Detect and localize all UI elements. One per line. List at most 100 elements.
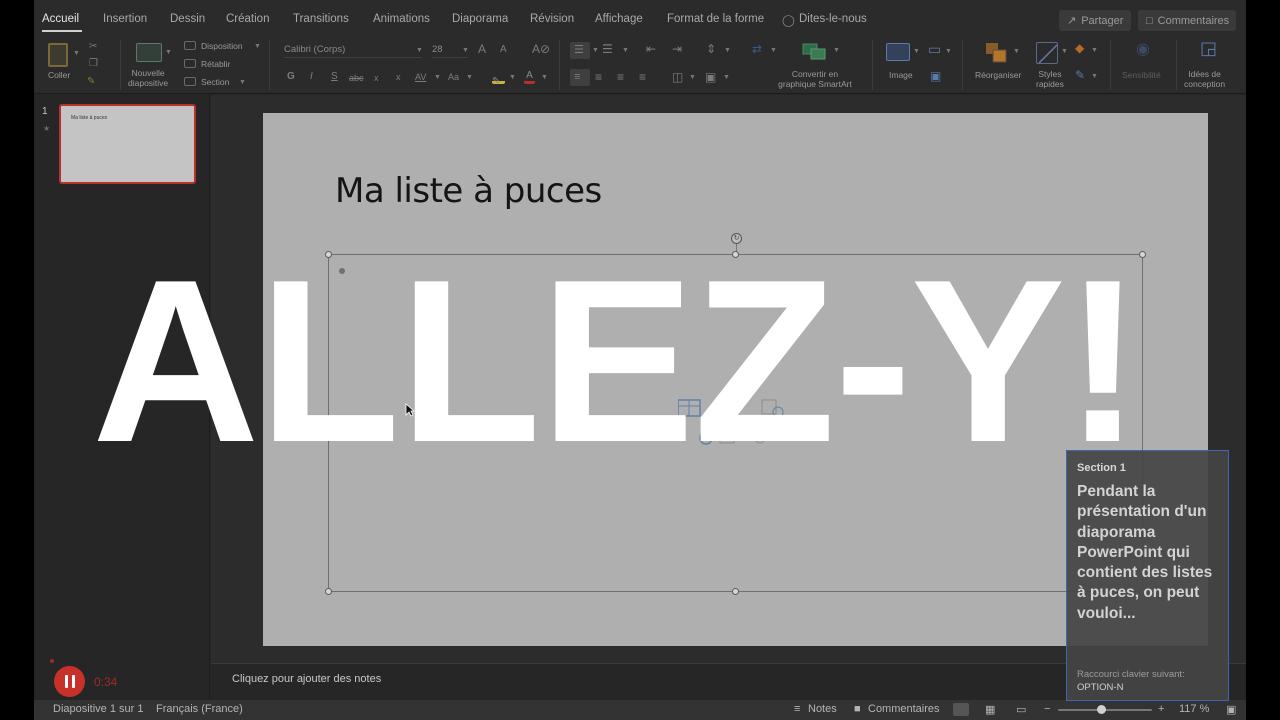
reset-icon [184,59,196,68]
change-case-button[interactable]: Aa [448,71,459,83]
section-tooltip-card[interactable]: Section 1 Pendant la présentation d'un d… [1066,450,1229,701]
zoom-level[interactable]: 117 % [1179,703,1209,715]
justify-icon[interactable]: ≡ [639,71,646,83]
zoom-slider-thumb[interactable] [1097,705,1106,714]
share-button[interactable]: ↗ Partager [1059,10,1131,31]
decrease-indent-icon[interactable]: ⇤ [646,43,656,55]
chevron-down-icon: ▼ [592,47,599,54]
underline-button[interactable]: S [331,71,338,83]
tab-revision[interactable]: Révision [530,13,574,25]
layout-icon [184,41,196,50]
share-icon: ↗ [1067,15,1077,27]
reset-button[interactable]: Rétablir [201,59,230,69]
character-spacing-button[interactable]: AV [415,71,426,83]
notes-button[interactable]: Notes [808,703,837,715]
chevron-down-icon: ▼ [724,47,731,54]
reading-view-icon[interactable]: ▭ [1016,703,1026,716]
tab-diaporama[interactable]: Diaporama [452,13,508,25]
tab-format-de-la-forme[interactable]: Format de la forme [667,13,764,25]
chevron-down-icon: ▼ [913,48,920,55]
zoom-out-icon[interactable]: − [1044,703,1050,715]
numbered-list-icon[interactable]: ☰ [602,43,613,55]
chevron-down-icon: ▼ [622,47,629,54]
chevron-down-icon: ▼ [434,74,441,81]
arrange-label: Réorganiser [975,70,1022,80]
shape-fill-icon[interactable]: ◆ [1075,42,1084,54]
italic-button[interactable]: I [310,71,313,83]
language-indicator[interactable]: Français (France) [156,703,243,715]
share-label: Partager [1081,14,1124,27]
zoom-in-icon[interactable]: + [1158,703,1164,715]
tab-animations[interactable]: Animations [373,13,430,25]
column-icon[interactable]: ◫ [672,71,683,83]
cut-icon[interactable]: ✂ [89,41,97,53]
chevron-down-icon: ▼ [165,49,172,56]
chevron-down-icon: ▼ [466,74,473,81]
highlight-icon[interactable]: ✎ [492,71,505,87]
align-right-icon[interactable]: ≡ [617,71,624,83]
bullets-button[interactable]: ☰ [570,42,590,59]
tab-transitions[interactable]: Transitions [293,13,349,25]
section-button[interactable]: Section [201,77,229,87]
text-direction-icon[interactable]: ⇄ [752,43,762,55]
align-text-icon[interactable]: ▣ [705,71,716,83]
align-center-icon[interactable]: ≡ [595,71,602,83]
arrange-icon[interactable] [985,42,1009,64]
layout-button[interactable]: Disposition [201,41,243,51]
pause-recording-button[interactable] [54,666,85,697]
tab-dessin[interactable]: Dessin [170,13,205,25]
strikethrough-button[interactable]: abc [349,72,364,84]
slide-thumbnail[interactable]: Ma liste à puces [59,104,196,184]
star-icon: ★ [43,124,51,133]
new-slide-icon[interactable] [136,43,162,62]
font-color-icon[interactable]: A [524,70,535,84]
align-left-button[interactable]: ≡ [570,69,590,86]
resize-handle[interactable] [325,588,332,595]
chevron-down-icon: ▼ [833,47,840,54]
chevron-down-icon: ▼ [770,47,777,54]
resize-handle[interactable] [732,588,739,595]
status-bar: Diapositive 1 sur 1 Français (France) ≡ … [34,700,1246,720]
quick-styles-icon[interactable] [1036,42,1058,64]
shape-outline-icon[interactable]: ✎ [1075,69,1085,81]
comments-button[interactable]: □ Commentaires [1138,10,1236,31]
tab-accueil[interactable]: Accueil [42,13,79,25]
comment-icon: □ [1146,14,1153,27]
smartart-label: Convertir en graphique SmartArt [778,69,852,89]
design-ideas-icon[interactable]: ◲ [1200,39,1217,57]
recording-indicator-dot [50,659,54,663]
chevron-down-icon: ▼ [945,48,952,55]
copy-icon[interactable]: ❐ [89,58,98,70]
sensitivity-icon[interactable]: ◉ [1136,42,1150,58]
font-name-dropdown[interactable]: Calibri (Corps) [284,42,422,58]
ribbon-separator [559,40,560,90]
tab-dites-le-nous[interactable]: Dites-le-nous [799,13,867,25]
shrink-font-icon[interactable]: A [500,44,507,56]
subscript-button[interactable]: x [374,72,379,84]
superscript-button[interactable]: x [396,71,401,83]
text-box-icon[interactable]: ▣ [930,70,941,82]
slide-title[interactable]: Ma liste à puces [335,171,602,211]
shapes-icon[interactable]: ▭ [928,42,941,56]
smartart-icon[interactable] [802,42,826,60]
chevron-down-icon: ▼ [73,50,80,57]
tab-affichage[interactable]: Affichage [595,13,643,25]
chevron-down-icon: ▼ [254,43,261,50]
comments-toggle-button[interactable]: Commentaires [868,703,940,715]
tab-creation[interactable]: Création [226,13,269,25]
format-painter-icon[interactable]: ✎ [87,76,95,88]
clear-format-icon[interactable]: A⊘ [532,43,550,55]
slide-counter: Diapositive 1 sur 1 [53,703,144,715]
paste-icon[interactable] [48,43,68,67]
tab-insertion[interactable]: Insertion [103,13,147,25]
increase-indent-icon[interactable]: ⇥ [672,43,682,55]
fit-to-window-icon[interactable]: ▣ [1226,703,1236,716]
normal-view-icon[interactable] [953,703,969,716]
image-icon[interactable] [886,43,910,61]
slide-sorter-icon[interactable]: ▦ [985,703,995,716]
line-spacing-icon[interactable]: ⇕ [706,43,716,55]
grow-font-icon[interactable]: A [478,43,486,55]
font-name-value: Calibri (Corps) [284,44,346,55]
chevron-down-icon: ▼ [541,74,548,81]
bold-button[interactable]: G [287,71,295,83]
